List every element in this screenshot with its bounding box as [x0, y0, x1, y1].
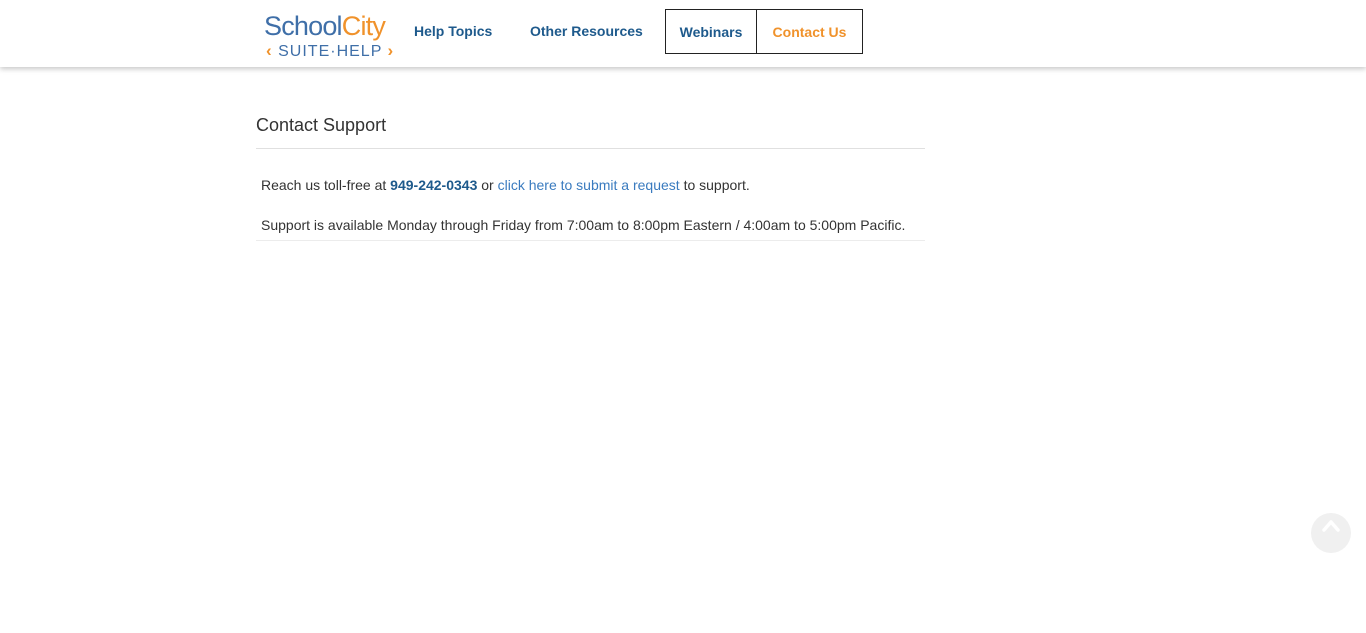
scroll-to-top-button[interactable] — [1311, 513, 1351, 553]
toll-free-suffix: to support. — [679, 177, 750, 193]
nav-webinars[interactable]: Webinars — [665, 9, 757, 54]
schoolcity-suite-help-logo[interactable]: SchoolCity ‹ SUITE·HELP › — [262, 10, 402, 62]
nav-contact-us[interactable]: Contact Us — [756, 9, 863, 54]
logo-chevron-right-icon: › — [387, 41, 395, 60]
logo-subtitle-text: SUITE·HELP — [278, 43, 383, 60]
logo-wordmark: SchoolCity — [264, 10, 386, 42]
toll-free-prefix: Reach us toll-free at — [261, 177, 391, 193]
chevron-up-icon — [1322, 520, 1340, 532]
toll-free-or: or — [477, 177, 498, 193]
top-navigation-bar: SchoolCity ‹ SUITE·HELP › Help Topics Ot… — [0, 0, 1366, 67]
logo-chevron-left-icon: ‹ — [266, 41, 273, 60]
main-content: Contact Support Reach us toll-free at 94… — [256, 67, 925, 241]
page-title: Contact Support — [256, 67, 925, 149]
nav-help-topics[interactable]: Help Topics — [414, 9, 492, 54]
logo-subtitle: ‹ SUITE·HELP › — [266, 41, 394, 62]
submit-request-link[interactable]: click here to submit a request — [498, 177, 680, 193]
logo-word-city: City — [341, 11, 386, 41]
toll-free-paragraph: Reach us toll-free at 949-242-0343 or cl… — [256, 175, 925, 195]
nav-other-resources[interactable]: Other Resources — [530, 9, 643, 54]
support-hours-paragraph: Support is available Monday through Frid… — [256, 215, 925, 241]
phone-number-link[interactable]: 949-242-0343 — [390, 177, 477, 193]
logo-word-school: School — [264, 11, 343, 41]
